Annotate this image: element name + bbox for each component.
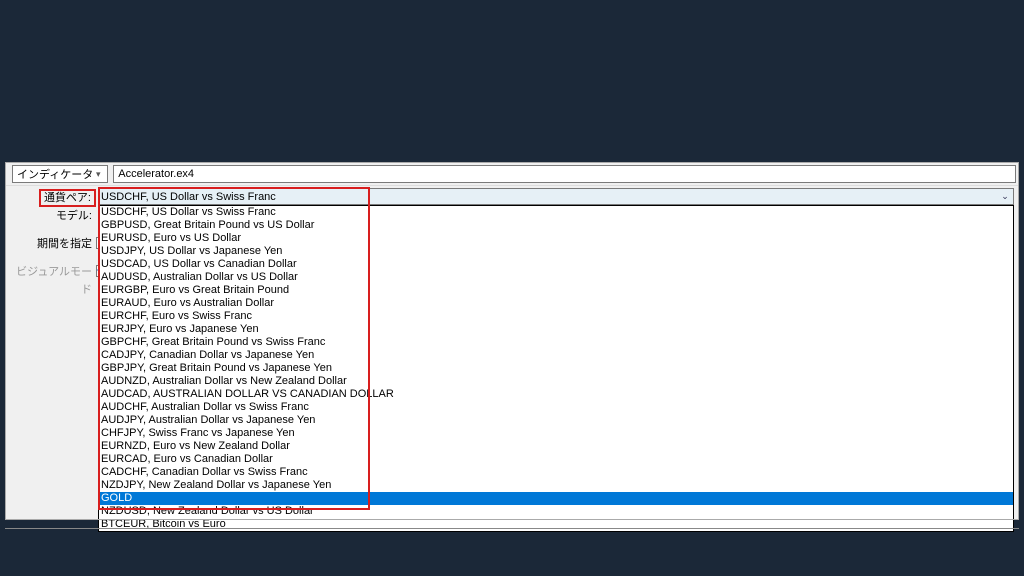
indicator-path-field[interactable]: Accelerator.ex4 (113, 165, 1016, 183)
currency-pair-option[interactable]: USDJPY, US Dollar vs Japanese Yen (99, 245, 1013, 258)
currency-pair-dropdown-list[interactable]: USDCHF, US Dollar vs Swiss FrancGBPUSD, … (98, 205, 1014, 532)
currency-pair-option[interactable]: EURGBP, Euro vs Great Britain Pound (99, 284, 1013, 297)
pair-label: 通貨ペア: (39, 189, 96, 207)
currency-pair-option[interactable]: CADCHF, Canadian Dollar vs Swiss Franc (99, 466, 1013, 479)
currency-pair-option[interactable]: USDCAD, US Dollar vs Canadian Dollar (99, 258, 1013, 271)
visual-mode-label: ビジュアルモード (6, 263, 96, 281)
currency-pair-option[interactable]: GBPUSD, Great Britain Pound vs US Dollar (99, 219, 1013, 232)
currency-pair-option[interactable]: AUDJPY, Australian Dollar vs Japanese Ye… (99, 414, 1013, 427)
currency-pair-option[interactable]: AUDCAD, AUSTRALIAN DOLLAR VS CANADIAN DO… (99, 388, 1013, 401)
currency-pair-option[interactable]: GBPJPY, Great Britain Pound vs Japanese … (99, 362, 1013, 375)
currency-pair-option[interactable]: GOLD (99, 492, 1013, 505)
strategy-tester-panel: インディケータ ▾ Accelerator.ex4 通貨ペア: モデル: 期間を… (5, 162, 1019, 520)
currency-pair-option[interactable]: EURJPY, Euro vs Japanese Yen (99, 323, 1013, 336)
currency-pair-option[interactable]: AUDUSD, Australian Dollar vs US Dollar (99, 271, 1013, 284)
chevron-down-icon: ▾ (93, 169, 103, 180)
indicator-type-dropdown[interactable]: インディケータ ▾ (12, 165, 108, 183)
currency-pair-option[interactable]: USDCHF, US Dollar vs Swiss Franc (99, 206, 1013, 219)
currency-pair-option[interactable]: AUDCHF, Australian Dollar vs Swiss Franc (99, 401, 1013, 414)
indicator-path-value: Accelerator.ex4 (118, 168, 194, 180)
currency-pair-selected: USDCHF, US Dollar vs Swiss Franc (101, 191, 276, 203)
indicator-row: インディケータ ▾ Accelerator.ex4 (6, 163, 1018, 186)
panel-separator (5, 528, 1019, 529)
currency-pair-option[interactable]: CHFJPY, Swiss Franc vs Japanese Yen (99, 427, 1013, 440)
currency-pair-option[interactable]: EURNZD, Euro vs New Zealand Dollar (99, 440, 1013, 453)
currency-pair-combo[interactable]: USDCHF, US Dollar vs Swiss Franc ⌄ (98, 188, 1014, 205)
currency-pair-option[interactable]: NZDUSD, New Zealand Dollar vs US Dollar (99, 505, 1013, 518)
period-label: 期間を指定 (6, 235, 96, 253)
side-labels: モデル: 期間を指定 ビジュアルモード (6, 207, 96, 281)
pair-label-cell: 通貨ペア: (6, 188, 100, 207)
chevron-down-icon: ⌄ (1000, 191, 1010, 202)
currency-pair-option[interactable]: CADJPY, Canadian Dollar vs Japanese Yen (99, 349, 1013, 362)
currency-pair-option[interactable]: EURUSD, Euro vs US Dollar (99, 232, 1013, 245)
model-label: モデル: (6, 207, 96, 225)
currency-pair-option[interactable]: AUDNZD, Australian Dollar vs New Zealand… (99, 375, 1013, 388)
currency-pair-option[interactable]: EURCAD, Euro vs Canadian Dollar (99, 453, 1013, 466)
indicator-type-label: インディケータ (17, 166, 93, 182)
currency-pair-option[interactable]: EURAUD, Euro vs Australian Dollar (99, 297, 1013, 310)
currency-pair-option[interactable]: BTCEUR, Bitcoin vs Euro (99, 518, 1013, 531)
currency-pair-option[interactable]: EURCHF, Euro vs Swiss Franc (99, 310, 1013, 323)
currency-pair-option[interactable]: NZDJPY, New Zealand Dollar vs Japanese Y… (99, 479, 1013, 492)
currency-pair-option[interactable]: GBPCHF, Great Britain Pound vs Swiss Fra… (99, 336, 1013, 349)
